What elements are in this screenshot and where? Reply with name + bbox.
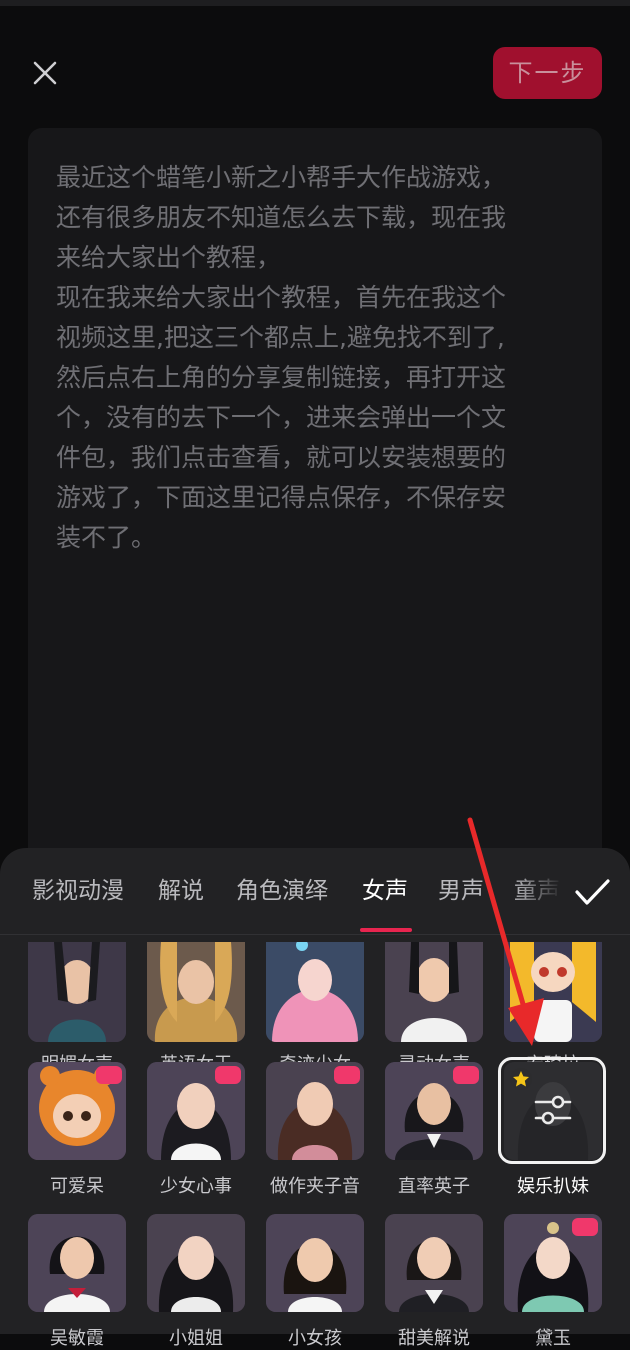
- voice-name: 可爱呆: [50, 1176, 104, 1197]
- diamond-badge-icon: [453, 1066, 479, 1084]
- diamond-badge-icon: [215, 1066, 241, 1084]
- active-tab-indicator: [360, 928, 412, 932]
- voice-avatar: [147, 942, 245, 1042]
- voice-name: 做作夹子音: [270, 1176, 360, 1197]
- tab-role-play[interactable]: 角色演绎: [236, 848, 328, 934]
- voice-avatar: [28, 1214, 126, 1312]
- script-text-panel[interactable]: 最近这个蜡笔小新之小帮手大作战游戏， 还有很多朋友不知道怎么去下载，现在我 来给…: [28, 128, 602, 888]
- voice-avatar: [147, 1214, 245, 1312]
- selection-frame: [498, 1057, 606, 1164]
- voice-name: 娱乐扒妹: [517, 1176, 589, 1197]
- close-icon[interactable]: [28, 56, 62, 90]
- voice-avatar: [504, 942, 602, 1042]
- voice-name: 小女孩: [288, 1328, 342, 1349]
- tab-narration[interactable]: 解说: [158, 848, 204, 934]
- diamond-badge-icon: [572, 1218, 598, 1236]
- voice-name: 黛玉: [535, 1328, 571, 1349]
- diamond-badge-icon: [334, 1066, 360, 1084]
- voice-name: 吴敏霞: [50, 1328, 104, 1349]
- tab-male-voice[interactable]: 男声: [438, 848, 484, 934]
- next-step-button[interactable]: 下一步: [493, 47, 602, 99]
- voice-avatar: [266, 942, 364, 1042]
- voice-avatar: [28, 942, 126, 1042]
- tab-female-voice[interactable]: 女声: [362, 848, 408, 934]
- voice-avatar: [266, 1214, 364, 1312]
- voice-name: 甜美解说: [398, 1328, 470, 1349]
- diamond-badge-icon: [96, 1066, 122, 1084]
- voice-name: 少女心事: [160, 1176, 232, 1197]
- voice-name: 小姐姐: [169, 1328, 223, 1349]
- voice-avatar: [385, 942, 483, 1042]
- voice-category-tabs: 影视动漫 解说 角色演绎 女声 男声 童声: [0, 848, 630, 935]
- status-strip: [0, 0, 630, 6]
- voice-avatar: [385, 1214, 483, 1312]
- voice-name: 直率英子: [398, 1176, 470, 1197]
- tab-film-anime[interactable]: 影视动漫: [32, 848, 124, 934]
- checkmark-icon[interactable]: [572, 872, 612, 912]
- script-text: 最近这个蜡笔小新之小帮手大作战游戏， 还有很多朋友不知道怎么去下载，现在我 来给…: [56, 163, 507, 552]
